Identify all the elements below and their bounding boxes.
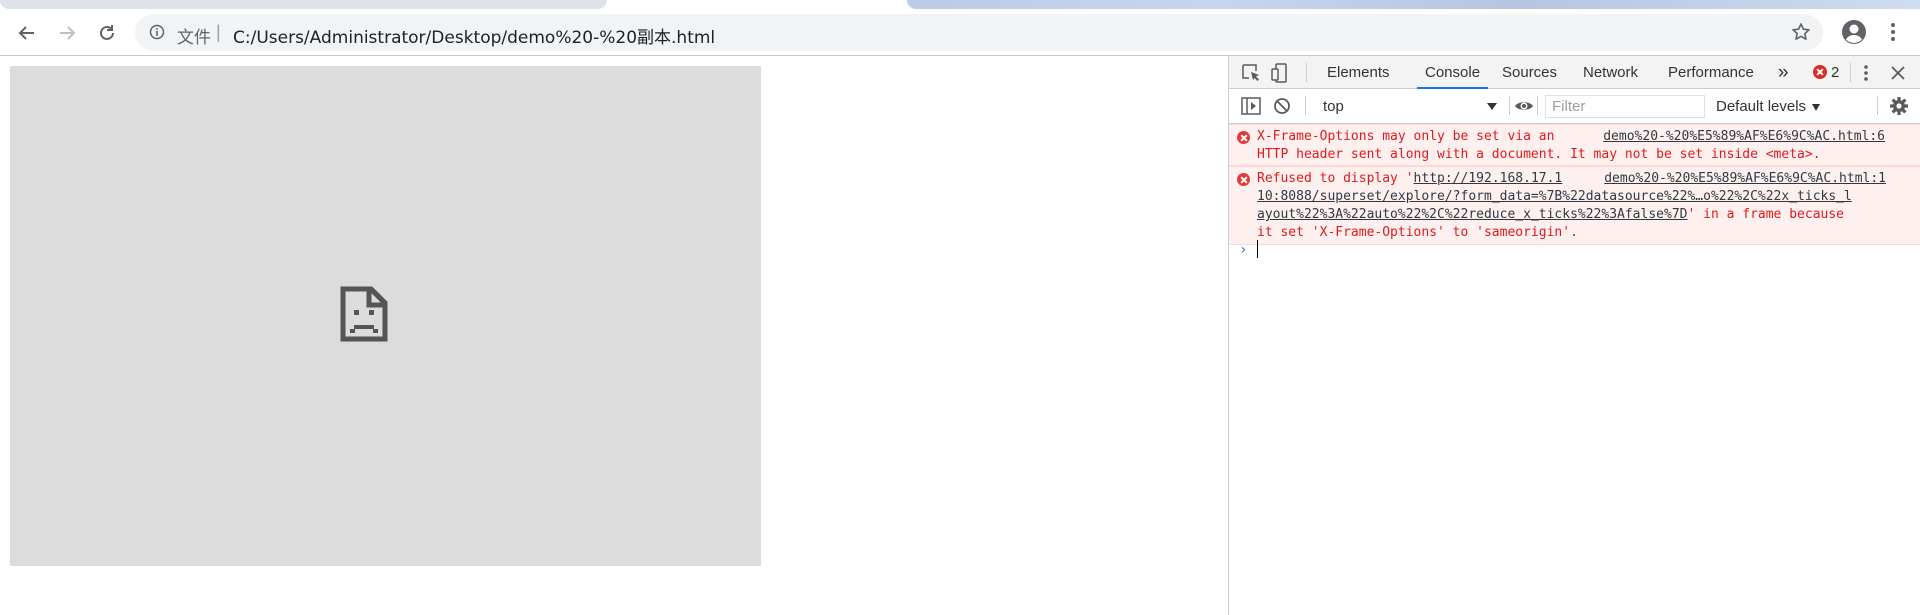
error-text: X-Frame-Options may only be set via an — [1257, 129, 1555, 144]
tab-sources[interactable]: Sources — [1502, 56, 1557, 89]
page-content — [0, 56, 1228, 615]
console-toolbar: top Default levels — [1229, 89, 1920, 124]
error-source-link[interactable]: demo%20-%20%E5%89%AF%E6%9C%AC.html:6 — [1603, 128, 1885, 146]
profile-icon[interactable] — [1841, 19, 1867, 45]
inspect-icon — [1242, 64, 1259, 81]
clear-console-icon — [1274, 98, 1290, 114]
console-filter-input[interactable] — [1545, 95, 1705, 118]
reload-button[interactable] — [93, 19, 121, 47]
console-settings-button[interactable] — [1888, 95, 1910, 117]
gear-icon — [1890, 97, 1908, 115]
blocked-iframe — [10, 66, 761, 566]
toolbar-divider — [1306, 63, 1307, 82]
context-value: top — [1323, 98, 1344, 115]
devtools-tab-bar: Elements Console Sources Network Perform… — [1229, 56, 1920, 89]
toolbar-divider — [1537, 96, 1538, 115]
tab-network[interactable]: Network — [1583, 56, 1638, 89]
toolbar-divider — [1509, 96, 1510, 115]
dropdown-arrow-icon — [1487, 103, 1497, 110]
error-url-link[interactable]: http://192.168.17.1 — [1414, 171, 1563, 186]
error-count-icon[interactable] — [1813, 65, 1827, 79]
back-button[interactable] — [13, 19, 41, 47]
inspect-element-button[interactable] — [1240, 62, 1262, 84]
info-icon[interactable] — [149, 24, 165, 40]
console-input-caret[interactable] — [1257, 240, 1258, 258]
error-text: ' in a frame because — [1687, 207, 1845, 222]
error-text: it set 'X-Frame-Options' to 'sameorigin'… — [1257, 225, 1578, 240]
error-icon — [1237, 173, 1250, 186]
toolbar-divider — [1850, 63, 1851, 82]
live-expression-button[interactable] — [1513, 95, 1535, 117]
error-text: Refused to display ' — [1257, 171, 1414, 186]
browser-toolbar: 文件 | C:/Users/Administrator/Desktop/demo… — [0, 9, 1920, 56]
toolbar-divider — [1305, 96, 1306, 115]
scheme-separator: | — [216, 22, 221, 42]
kebab-menu-icon — [1864, 65, 1868, 81]
devtools-menu-button[interactable] — [1855, 62, 1877, 84]
log-levels-dropdown[interactable]: Default levels — [1716, 96, 1821, 117]
browser-tab[interactable] — [0, 0, 607, 9]
toolbar-divider — [1877, 96, 1878, 115]
star-icon[interactable] — [1791, 22, 1811, 42]
error-url-link[interactable]: 10:8088/superset/explore/?form_data=%7B%… — [1257, 188, 1852, 206]
sidebar-toggle-icon — [1241, 97, 1261, 115]
device-icon — [1271, 63, 1287, 83]
sad-document-icon — [340, 286, 388, 342]
error-source-link[interactable]: demo%20-%20%E5%89%AF%E6%9C%AC.html:1 — [1604, 170, 1886, 188]
dropdown-arrow-icon — [1812, 103, 1821, 111]
console-error-message: X-Frame-Options may only be set via an d… — [1229, 124, 1920, 166]
tab-performance[interactable]: Performance — [1668, 56, 1754, 89]
error-icon — [1237, 131, 1250, 144]
tab-strip — [0, 0, 1920, 9]
clear-console-button[interactable] — [1271, 95, 1293, 117]
context-selector[interactable]: top — [1317, 96, 1501, 117]
error-count[interactable]: 2 — [1831, 56, 1839, 89]
show-sidebar-button[interactable] — [1240, 95, 1262, 117]
close-devtools-button[interactable] — [1887, 62, 1909, 84]
forward-arrow-icon — [60, 26, 76, 40]
error-url-link[interactable]: ayout%22%3A%22auto%22%2C%22reduce_x_tick… — [1257, 207, 1687, 222]
log-levels-label: Default levels — [1716, 98, 1807, 115]
close-icon — [1891, 66, 1905, 80]
scheme-label: 文件 — [177, 28, 211, 48]
eye-icon — [1515, 102, 1533, 110]
kebab-menu-icon[interactable] — [1884, 21, 1902, 43]
console-error-message: Refused to display 'http://192.168.17.1 … — [1229, 166, 1920, 245]
console-output: X-Frame-Options may only be set via an d… — [1229, 124, 1920, 615]
devtools-panel: Elements Console Sources Network Perform… — [1228, 56, 1920, 615]
error-text: HTTP header sent along with a document. … — [1257, 147, 1821, 162]
address-bar[interactable]: 文件 | C:/Users/Administrator/Desktop/demo… — [135, 14, 1823, 51]
back-arrow-icon — [18, 26, 34, 40]
reload-icon — [100, 25, 114, 40]
console-prompt-icon: › — [1239, 242, 1248, 258]
tab-console[interactable]: Console — [1417, 56, 1489, 89]
tab-elements[interactable]: Elements — [1327, 56, 1390, 89]
device-toolbar-button[interactable] — [1269, 62, 1291, 84]
browser-tab-background — [907, 0, 1920, 9]
forward-button[interactable] — [53, 19, 81, 47]
url-text[interactable]: C:/Users/Administrator/Desktop/demo%20-%… — [233, 23, 715, 48]
more-tabs-button[interactable]: » — [1778, 56, 1789, 89]
